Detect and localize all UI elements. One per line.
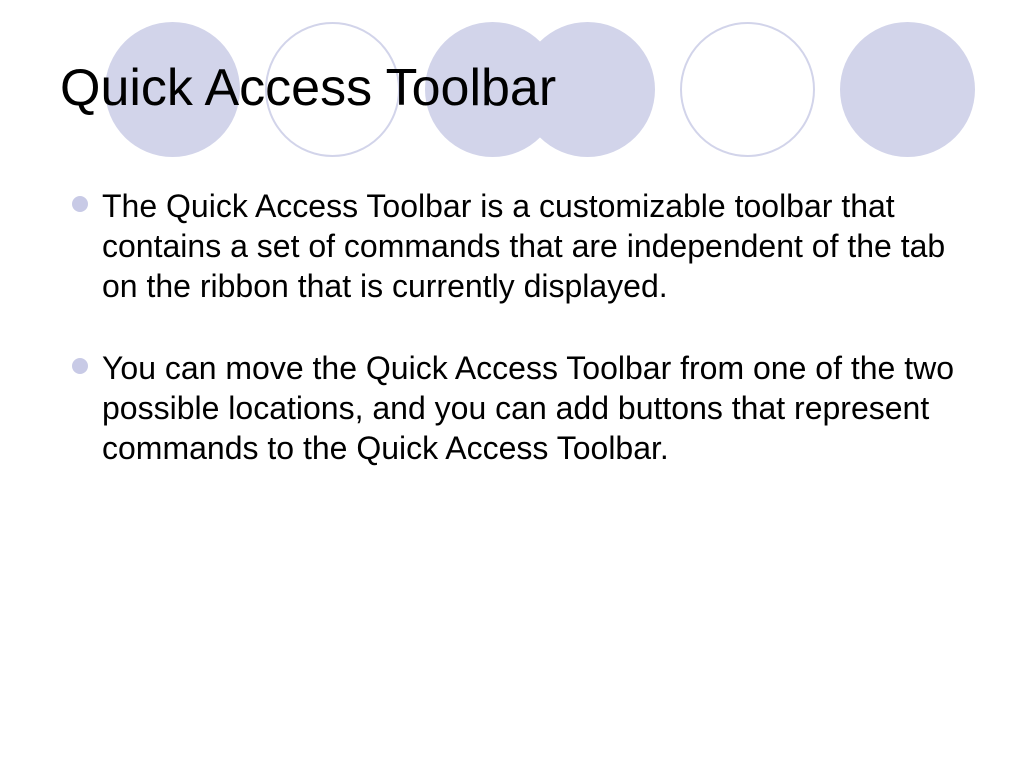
slide-content: Quick Access Toolbar The Quick Access To… (0, 0, 1024, 468)
bullet-item: The Quick Access Toolbar is a customizab… (60, 186, 964, 306)
bullet-item: You can move the Quick Access Toolbar fr… (60, 348, 964, 468)
bullet-list: The Quick Access Toolbar is a customizab… (60, 186, 964, 468)
slide-title: Quick Access Toolbar (60, 58, 964, 118)
